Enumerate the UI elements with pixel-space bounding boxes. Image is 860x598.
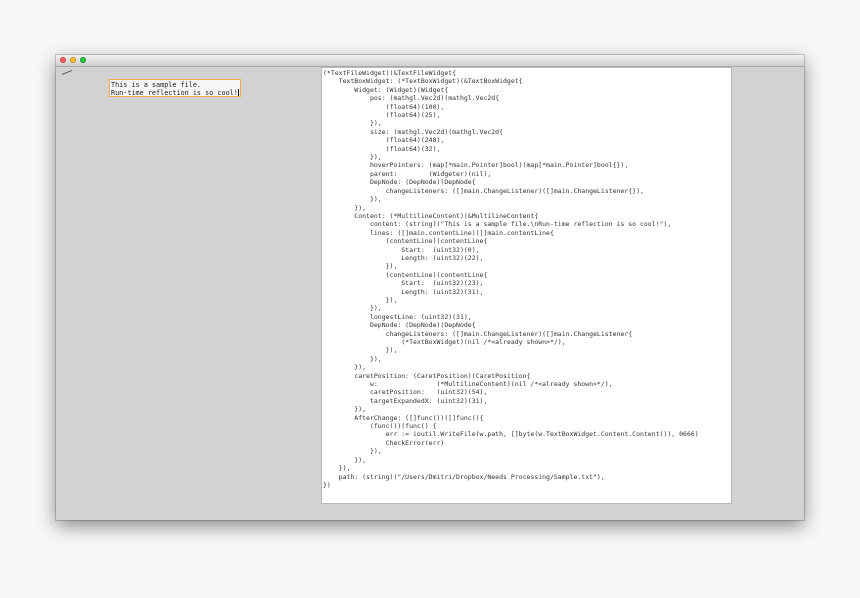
code-line: parent: (Widgeter)(nil), bbox=[323, 169, 492, 178]
code-line: (float64)(248), bbox=[323, 136, 445, 145]
code-line: }), bbox=[323, 195, 382, 204]
code-line: (contentLine)(contentLine{ bbox=[323, 270, 488, 279]
reflection-output-panel: (*TextFileWidget)(&TextFileWidget{ TextB… bbox=[321, 67, 732, 504]
code-line: (*TextFileWidget)(&TextFileWidget{ bbox=[323, 69, 457, 77]
close-window-button[interactable] bbox=[60, 57, 66, 63]
pointer-icon bbox=[61, 69, 73, 75]
code-line: caretPosition: (uint32)(54), bbox=[323, 388, 488, 397]
text-editor-box[interactable]: This is a sample file. Run-time reflecti… bbox=[109, 79, 241, 97]
code-line: (func())(func() { bbox=[323, 422, 437, 431]
code-line: }), bbox=[323, 455, 367, 464]
code-line: }), bbox=[323, 119, 382, 128]
code-line: content: (string)("This is a sample file… bbox=[323, 220, 672, 229]
code-line: w: (*MultilineContent)(nil /*<already sh… bbox=[323, 380, 613, 389]
code-listing: (*TextFileWidget)(&TextFileWidget{ TextB… bbox=[323, 69, 699, 489]
code-line: AfterChange: ([]func())([]func(){ bbox=[323, 413, 484, 422]
code-line: Content: (*MultilineContent)(&MultilineC… bbox=[323, 211, 539, 220]
code-line: Widget: (Widget)(Widget{ bbox=[323, 85, 449, 94]
code-line: pos: (mathgl.Vec2d)(mathgl.Vec2d{ bbox=[323, 94, 500, 103]
code-line: }), bbox=[323, 346, 398, 355]
minimize-window-button[interactable] bbox=[70, 57, 76, 63]
code-line: (contentLine)(contentLine{ bbox=[323, 237, 488, 246]
code-line: }), bbox=[323, 363, 367, 372]
code-line: CheckError(err) bbox=[323, 438, 445, 447]
code-line: }), bbox=[323, 203, 367, 212]
code-line: caretPosition: (CaretPosition)(CaretPosi… bbox=[323, 371, 531, 380]
code-line: }), bbox=[323, 464, 351, 473]
code-line: }), bbox=[323, 295, 398, 304]
code-line: }) bbox=[323, 480, 331, 489]
title-bar[interactable] bbox=[56, 55, 804, 67]
code-line: }), bbox=[323, 405, 367, 414]
code-line: DepNode: (DepNode)(DepNode{ bbox=[323, 178, 476, 187]
code-line: }), bbox=[323, 354, 382, 363]
text-caret bbox=[237, 89, 239, 96]
code-line: }), bbox=[323, 304, 382, 313]
editor-text: This is a sample file. Run-time reflecti… bbox=[111, 81, 238, 97]
code-line: lines: ([]main.contentLine)([]main.conte… bbox=[323, 228, 554, 237]
app-window: This is a sample file. Run-time reflecti… bbox=[56, 55, 804, 520]
code-line: }), bbox=[323, 447, 382, 456]
code-line: (float64)(25), bbox=[323, 111, 441, 120]
code-line: Start: (uint32)(23), bbox=[323, 279, 484, 288]
code-line: Length: (uint32)(31), bbox=[323, 287, 484, 296]
code-line: changeListeners: ([]main.ChangeListener)… bbox=[323, 186, 644, 195]
code-line: longestLine: (uint32)(31), bbox=[323, 312, 472, 321]
code-line: path: (string)("/Users/Dmitri/Dropbox/Ne… bbox=[323, 472, 605, 481]
code-line: (float64)(32), bbox=[323, 144, 441, 153]
code-line: DepNode: (DepNode)(DepNode{ bbox=[323, 321, 476, 330]
code-line: changeListeners: ([]main.ChangeListener)… bbox=[323, 329, 633, 338]
maximize-window-button[interactable] bbox=[80, 57, 86, 63]
code-line: (*TextBoxWidget)(nil /*<already shown>*/… bbox=[323, 338, 566, 346]
code-line: }), bbox=[323, 262, 398, 271]
code-line: targetExpandedX: (uint32)(31), bbox=[323, 396, 488, 405]
code-line: size: (mathgl.Vec2d)(mathgl.Vec2d{ bbox=[323, 127, 504, 136]
code-line: err := ioutil.WriteFile(w.path, []byte(w… bbox=[323, 430, 699, 439]
code-line: TextBoxWidget: (*TextBoxWidget)(&TextBox… bbox=[323, 77, 523, 86]
code-line: (float64)(100), bbox=[323, 102, 445, 111]
code-line: Length: (uint32)(22), bbox=[323, 253, 484, 262]
code-line: }), bbox=[323, 153, 382, 162]
code-line: hoverPointers: (map[*main.Pointer]bool)(… bbox=[323, 161, 629, 170]
code-line: Start: (uint32)(0), bbox=[323, 245, 480, 254]
